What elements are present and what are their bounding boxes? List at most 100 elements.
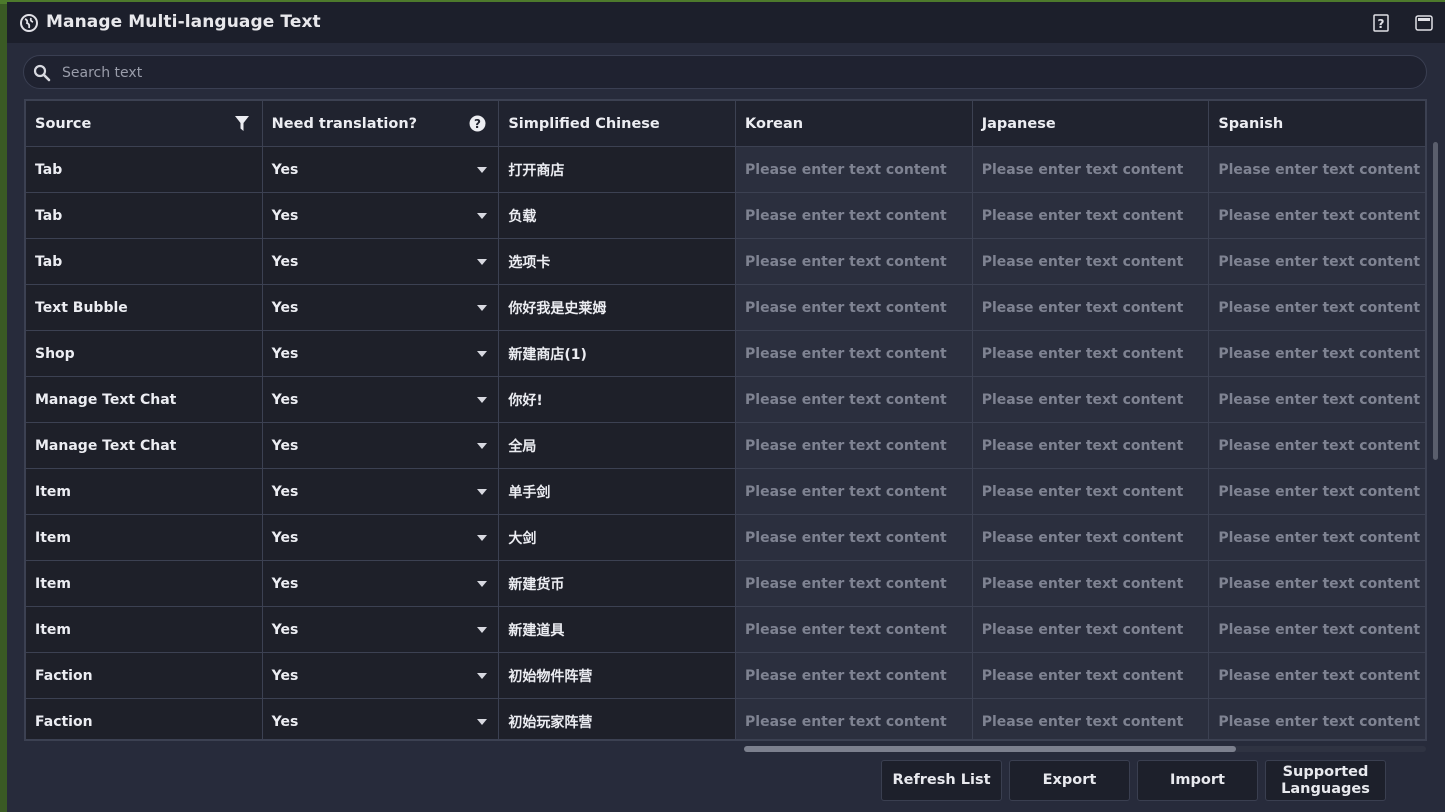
need-translation-value: Yes [271, 713, 299, 730]
need-translation-dropdown[interactable]: Yes [262, 423, 500, 469]
korean-text-field[interactable]: Please enter text content [736, 607, 973, 653]
table-header-row: Source Need translation? ? Simplified Ch… [26, 101, 1425, 147]
japanese-text-field[interactable]: Please enter text content [972, 147, 1210, 193]
spanish-text-field[interactable]: Please enter text content [1209, 423, 1425, 469]
need-translation-dropdown[interactable]: Yes [262, 469, 500, 515]
japanese-text-field[interactable]: Please enter text content [972, 331, 1210, 377]
simplified-chinese-cell[interactable]: 初始物件阵营 [499, 653, 737, 699]
simplified-chinese-cell[interactable]: 新建货币 [499, 561, 737, 607]
simplified-chinese-cell[interactable]: 新建道具 [499, 607, 737, 653]
japanese-text-field[interactable]: Please enter text content [972, 561, 1210, 607]
need-translation-dropdown[interactable]: Yes [262, 193, 500, 239]
vertical-scrollbar[interactable] [1433, 142, 1438, 460]
chevron-down-icon [477, 305, 488, 311]
japanese-text-field[interactable]: Please enter text content [972, 285, 1210, 331]
korean-text-field[interactable]: Please enter text content [736, 423, 973, 469]
simplified-chinese-cell[interactable]: 新建商店(1) [499, 331, 737, 377]
korean-text-field[interactable]: Please enter text content [736, 469, 973, 515]
korean-text-field[interactable]: Please enter text content [736, 285, 973, 331]
chevron-down-icon [477, 627, 488, 633]
column-header-label: Source [35, 115, 92, 132]
simplified-chinese-cell[interactable]: 负载 [499, 193, 737, 239]
refresh-list-label: Refresh List [892, 772, 991, 788]
export-button[interactable]: Export [1009, 760, 1130, 801]
spanish-text-field[interactable]: Please enter text content [1209, 193, 1425, 239]
simplified-chinese-cell[interactable]: 初始玩家阵营 [499, 699, 737, 739]
need-translation-value: Yes [271, 575, 299, 592]
japanese-text-field[interactable]: Please enter text content [972, 607, 1210, 653]
japanese-text-field[interactable]: Please enter text content [972, 469, 1210, 515]
japanese-text-field[interactable]: Please enter text content [972, 423, 1210, 469]
need-translation-dropdown[interactable]: Yes [262, 561, 500, 607]
korean-text-field[interactable]: Please enter text content [736, 515, 973, 561]
japanese-text-field[interactable]: Please enter text content [972, 699, 1210, 739]
korean-text-field[interactable]: Please enter text content [736, 377, 973, 423]
need-translation-dropdown[interactable]: Yes [262, 377, 500, 423]
need-translation-dropdown[interactable]: Yes [262, 147, 500, 193]
source-cell: Item [26, 607, 263, 653]
japanese-text-field[interactable]: Please enter text content [972, 515, 1210, 561]
need-translation-dropdown[interactable]: Yes [262, 331, 500, 377]
japanese-text-field[interactable]: Please enter text content [972, 239, 1210, 285]
simplified-chinese-cell[interactable]: 全局 [499, 423, 737, 469]
chevron-down-icon [477, 535, 488, 541]
spanish-text-field[interactable]: Please enter text content [1209, 147, 1425, 193]
column-header-need-translation: Need translation? ? [262, 101, 500, 147]
korean-text-field[interactable]: Please enter text content [736, 239, 973, 285]
need-translation-dropdown[interactable]: Yes [262, 515, 500, 561]
spanish-text-field[interactable]: Please enter text content [1209, 469, 1425, 515]
column-header-korean: Korean [736, 101, 973, 147]
spanish-text-field[interactable]: Please enter text content [1209, 699, 1425, 739]
table-row: Item Yes 大剑 Please enter text content Please… [26, 515, 1425, 561]
need-translation-dropdown[interactable]: Yes [262, 699, 500, 739]
japanese-text-field[interactable]: Please enter text content [972, 377, 1210, 423]
filter-icon[interactable] [234, 115, 250, 132]
need-translation-dropdown[interactable]: Yes [262, 239, 500, 285]
spanish-text-field[interactable]: Please enter text content [1209, 377, 1425, 423]
korean-text-field[interactable]: Please enter text content [736, 193, 973, 239]
help-icon[interactable]: ? [1371, 13, 1391, 33]
multi-language-window: Manage Multi-language Text ? Source Nee [7, 2, 1445, 812]
horizontal-scrollbar-thumb[interactable] [744, 746, 1236, 752]
korean-text-field[interactable]: Please enter text content [736, 699, 973, 739]
question-icon[interactable]: ? [469, 115, 486, 132]
source-cell: Tab [26, 193, 263, 239]
supported-languages-button[interactable]: Supported Languages [1265, 760, 1386, 801]
column-header-japanese: Japanese [972, 101, 1210, 147]
simplified-chinese-cell[interactable]: 单手剑 [499, 469, 737, 515]
table-row: Manage Text Chat Yes 全局 Please enter text c… [26, 423, 1425, 469]
table-row: Item Yes 新建货币 Please enter text content Plea… [26, 561, 1425, 607]
need-translation-dropdown[interactable]: Yes [262, 285, 500, 331]
simplified-chinese-cell[interactable]: 打开商店 [499, 147, 737, 193]
globe-icon [20, 14, 38, 32]
korean-text-field[interactable]: Please enter text content [736, 147, 973, 193]
chevron-down-icon [477, 719, 488, 725]
spanish-text-field[interactable]: Please enter text content [1209, 653, 1425, 699]
korean-text-field[interactable]: Please enter text content [736, 561, 973, 607]
source-cell: Manage Text Chat [26, 377, 263, 423]
japanese-text-field[interactable]: Please enter text content [972, 193, 1210, 239]
import-button[interactable]: Import [1137, 760, 1258, 801]
simplified-chinese-cell[interactable]: 你好! [499, 377, 737, 423]
spanish-text-field[interactable]: Please enter text content [1209, 285, 1425, 331]
spanish-text-field[interactable]: Please enter text content [1209, 239, 1425, 285]
minimize-icon[interactable] [1414, 13, 1434, 33]
need-translation-dropdown[interactable]: Yes [262, 607, 500, 653]
chevron-down-icon [477, 167, 488, 173]
simplified-chinese-cell[interactable]: 选项卡 [499, 239, 737, 285]
spanish-text-field[interactable]: Please enter text content [1209, 561, 1425, 607]
japanese-text-field[interactable]: Please enter text content [972, 653, 1210, 699]
need-translation-dropdown[interactable]: Yes [262, 653, 500, 699]
search-input[interactable] [60, 56, 1404, 90]
table-row: Manage Text Chat Yes 你好! Please enter text … [26, 377, 1425, 423]
chevron-down-icon [477, 351, 488, 357]
simplified-chinese-cell[interactable]: 大剑 [499, 515, 737, 561]
spanish-text-field[interactable]: Please enter text content [1209, 515, 1425, 561]
refresh-list-button[interactable]: Refresh List [881, 760, 1002, 801]
spanish-text-field[interactable]: Please enter text content [1209, 331, 1425, 377]
table-row: Faction Yes 初始物件阵营 Please enter text conten… [26, 653, 1425, 699]
simplified-chinese-cell[interactable]: 你好我是史莱姆 [499, 285, 737, 331]
spanish-text-field[interactable]: Please enter text content [1209, 607, 1425, 653]
korean-text-field[interactable]: Please enter text content [736, 331, 973, 377]
korean-text-field[interactable]: Please enter text content [736, 653, 973, 699]
